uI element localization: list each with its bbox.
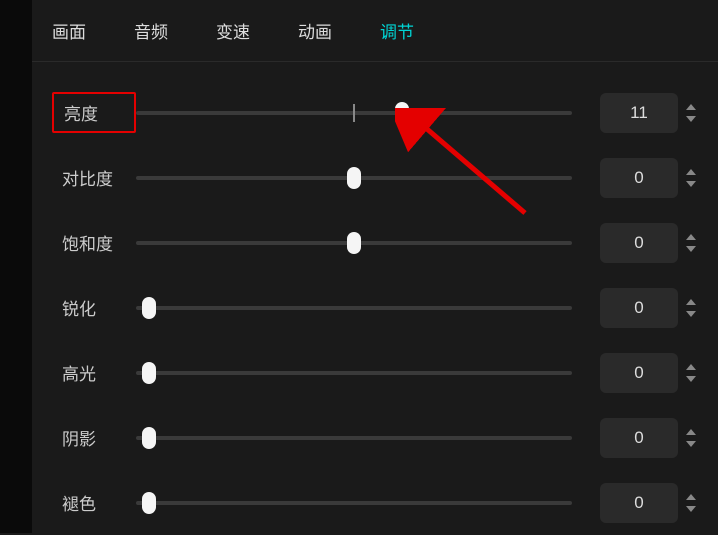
- contrast-value-input[interactable]: 0: [600, 158, 678, 198]
- shadow-value-input[interactable]: 0: [600, 418, 678, 458]
- highlight-stepper: [684, 362, 698, 384]
- slider-row-fade: 褪色 0: [52, 470, 698, 535]
- slider-label-saturation: 饱和度: [52, 224, 136, 261]
- step-up-icon[interactable]: [684, 362, 698, 372]
- shadow-slider[interactable]: [136, 428, 572, 448]
- tab-audio[interactable]: 音频: [134, 18, 168, 43]
- saturation-value-input[interactable]: 0: [600, 223, 678, 263]
- slider-thumb[interactable]: [142, 362, 156, 384]
- slider-thumb[interactable]: [347, 232, 361, 254]
- slider-label-shadow: 阴影: [52, 419, 136, 456]
- slider-label-fade: 褪色: [52, 484, 136, 521]
- step-down-icon[interactable]: [684, 504, 698, 514]
- brightness-stepper: [684, 102, 698, 124]
- step-down-icon[interactable]: [684, 309, 698, 319]
- slider-row-brightness: 亮度 11: [52, 80, 698, 145]
- step-up-icon[interactable]: [684, 427, 698, 437]
- highlight-value-input[interactable]: 0: [600, 353, 678, 393]
- contrast-stepper: [684, 167, 698, 189]
- fade-value-input[interactable]: 0: [600, 483, 678, 523]
- slider-row-sharpen: 锐化 0: [52, 275, 698, 340]
- tab-speed[interactable]: 变速: [216, 18, 250, 43]
- slider-row-highlight: 高光 0: [52, 340, 698, 405]
- slider-row-contrast: 对比度 0: [52, 145, 698, 210]
- sharpen-slider[interactable]: [136, 298, 572, 318]
- step-up-icon[interactable]: [684, 232, 698, 242]
- step-up-icon[interactable]: [684, 102, 698, 112]
- slider-row-saturation: 饱和度 0: [52, 210, 698, 275]
- slider-label-highlight: 高光: [52, 354, 136, 391]
- slider-track: [136, 306, 572, 310]
- highlight-slider[interactable]: [136, 363, 572, 383]
- slider-thumb[interactable]: [142, 492, 156, 514]
- left-strip: [0, 0, 32, 533]
- step-up-icon[interactable]: [684, 297, 698, 307]
- slider-label-brightness: 亮度: [52, 92, 136, 133]
- step-down-icon[interactable]: [684, 244, 698, 254]
- tab-adjust[interactable]: 调节: [380, 18, 414, 43]
- step-up-icon[interactable]: [684, 492, 698, 502]
- slider-row-shadow: 阴影 0: [52, 405, 698, 470]
- saturation-slider[interactable]: [136, 233, 572, 253]
- saturation-stepper: [684, 232, 698, 254]
- slider-label-sharpen: 锐化: [52, 289, 136, 326]
- slider-thumb[interactable]: [395, 102, 409, 124]
- slider-track: [136, 501, 572, 505]
- contrast-slider[interactable]: [136, 168, 572, 188]
- slider-thumb[interactable]: [347, 167, 361, 189]
- slider-thumb[interactable]: [142, 427, 156, 449]
- tab-picture[interactable]: 画面: [52, 18, 86, 43]
- step-down-icon[interactable]: [684, 114, 698, 124]
- brightness-slider[interactable]: [136, 103, 572, 123]
- slider-track: [136, 371, 572, 375]
- step-down-icon[interactable]: [684, 439, 698, 449]
- brightness-value-input[interactable]: 11: [600, 93, 678, 133]
- fade-stepper: [684, 492, 698, 514]
- step-down-icon[interactable]: [684, 179, 698, 189]
- step-up-icon[interactable]: [684, 167, 698, 177]
- slider-thumb[interactable]: [142, 297, 156, 319]
- slider-track: [136, 436, 572, 440]
- adjust-panel: 亮度 11 对比度 0 饱和度: [32, 62, 718, 535]
- fade-slider[interactable]: [136, 493, 572, 513]
- sharpen-value-input[interactable]: 0: [600, 288, 678, 328]
- shadow-stepper: [684, 427, 698, 449]
- tab-animation[interactable]: 动画: [298, 18, 332, 43]
- sharpen-stepper: [684, 297, 698, 319]
- slider-label-contrast: 对比度: [52, 159, 136, 196]
- tabs-bar: 画面 音频 变速 动画 调节: [32, 0, 718, 62]
- step-down-icon[interactable]: [684, 374, 698, 384]
- slider-center-tick: [353, 104, 355, 122]
